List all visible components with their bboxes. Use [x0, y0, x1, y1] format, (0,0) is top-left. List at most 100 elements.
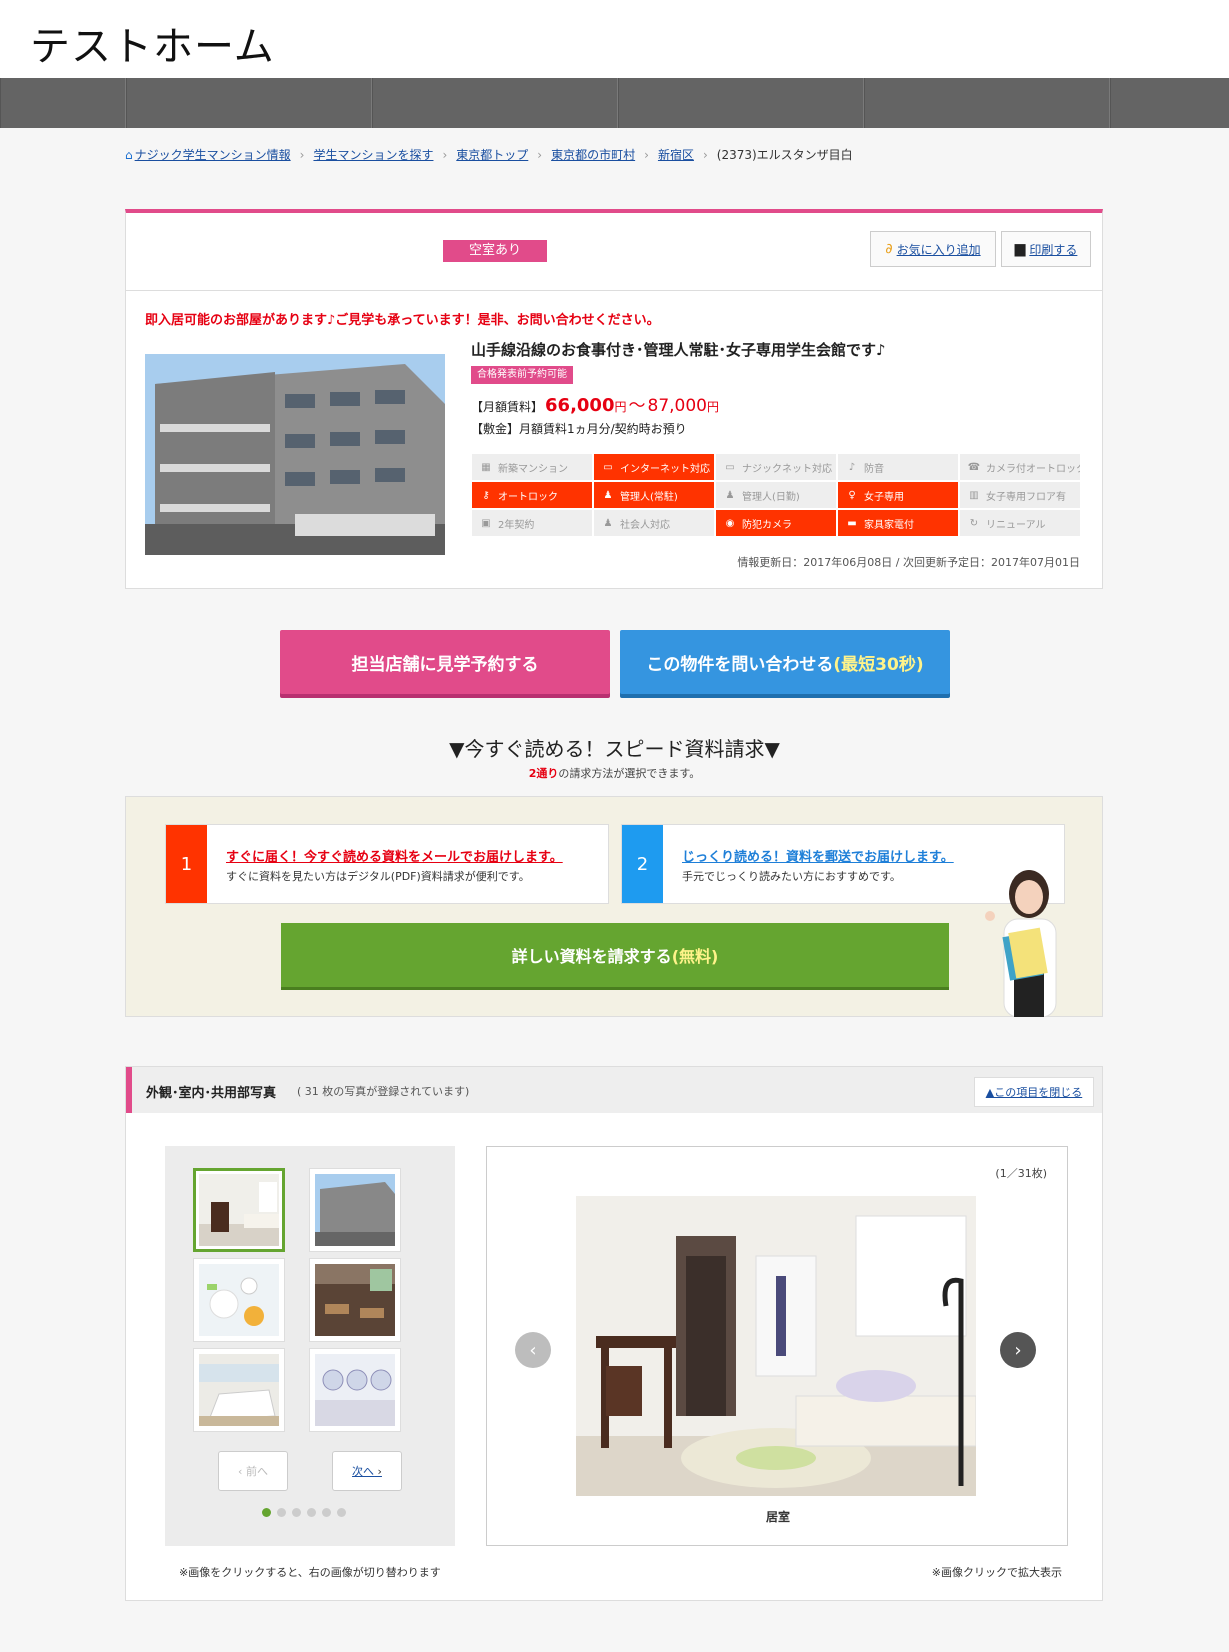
pagination-dots — [262, 1508, 346, 1517]
feature-label: ナジックネット対応 — [742, 463, 832, 475]
feature-item: ☎ カメラ付オートロック — [959, 453, 1081, 481]
rent-unit: 円 — [706, 400, 719, 414]
pagination-dot[interactable] — [307, 1508, 316, 1517]
breadcrumb-current: (2373)エルスタンザ目白 — [716, 148, 853, 162]
thumbnail[interactable] — [309, 1258, 401, 1342]
paperclip-icon: ∂ — [885, 241, 893, 257]
breadcrumb-link[interactable]: 東京都の市町村 — [551, 146, 635, 163]
nav-item[interactable] — [372, 78, 618, 128]
print-button[interactable]: ▆ 印刷する — [1001, 231, 1091, 267]
rent-info: 【月額賃料】 66,000 円 ～ 87,000 円 — [471, 391, 719, 416]
person-icon: ♟ — [603, 517, 613, 529]
thumbnail[interactable] — [193, 1258, 285, 1342]
feature-label: 新築マンション — [498, 463, 568, 475]
rent-min: 66,000 — [545, 395, 615, 416]
request-documents-label: 詳しい資料を請求する — [511, 947, 672, 966]
inquiry-label: この物件を問い合わせる — [646, 654, 834, 675]
camera-icon: ◉ — [725, 517, 735, 529]
speed-request-subtitle: 2通りの請求方法が選択できます。 — [0, 765, 1229, 781]
prev-page-button[interactable]: ‹ 前へ — [218, 1451, 288, 1491]
thumbnail-image — [315, 1174, 395, 1246]
chevron-left-icon: ‹ — [238, 1464, 246, 1478]
feature-label: リニューアル — [986, 519, 1046, 531]
pagination-dot[interactable] — [277, 1508, 286, 1517]
chevron-right-icon: › — [644, 147, 649, 162]
feature-label: 2年契約 — [498, 519, 535, 531]
next-page-button[interactable]: 次へ › — [332, 1451, 402, 1491]
thumbnail[interactable] — [309, 1348, 401, 1432]
person-icon: ♟ — [603, 489, 613, 501]
rent-max: 87,000 — [647, 396, 707, 416]
feature-item: ♟ 管理人(日勤) — [715, 481, 837, 509]
option-heading[interactable]: じっくり読める！資料を郵送でお届けします。 — [682, 846, 954, 865]
pagination-dot[interactable] — [262, 1508, 271, 1517]
feature-item: ▬ 家具家電付 — [837, 509, 959, 537]
feature-item: ↻ リニューアル — [959, 509, 1081, 537]
photo-counter: (1／31枚) — [995, 1167, 1047, 1180]
vacancy-badge: 空室あり — [443, 240, 547, 262]
nav-item[interactable] — [618, 78, 864, 128]
building-photo[interactable] — [145, 354, 445, 555]
room-photo-illustration — [576, 1196, 976, 1496]
inquiry-button[interactable]: この物件を問い合わせる (最短30秒) — [620, 630, 950, 694]
chevron-right-icon: › — [374, 1464, 382, 1478]
home-icon: ⌂ — [125, 147, 133, 162]
printer-icon: ▆ — [1014, 241, 1026, 257]
pagination-dot[interactable] — [292, 1508, 301, 1517]
request-documents-button[interactable]: 詳しい資料を請求する (無料) — [281, 923, 949, 987]
option-description: すぐに資料を見たい方はデジタル(PDF)資料請求が便利です。 — [226, 870, 530, 883]
main-photo[interactable] — [576, 1196, 976, 1496]
next-photo-button[interactable]: › — [1000, 1332, 1036, 1368]
nav-item[interactable] — [126, 78, 372, 128]
breadcrumb-link[interactable]: 東京都トップ — [456, 146, 528, 163]
breadcrumb-link[interactable]: ナジック学生マンション情報 — [135, 146, 291, 163]
thumbnail[interactable] — [193, 1168, 285, 1252]
calendar-icon: ▣ — [481, 517, 491, 529]
speed-request-subtitle-text: の請求方法が選択できます。 — [558, 767, 701, 780]
monitor-icon: ▭ — [603, 461, 613, 473]
zoom-note: ※画像クリックで拡大表示 — [931, 1566, 1062, 1579]
feature-item: ♟ 管理人(常駐) — [593, 481, 715, 509]
thumbnail[interactable] — [309, 1168, 401, 1252]
option-number: 1 — [166, 825, 207, 903]
staff-illustration — [985, 870, 1057, 1017]
feature-item: ♀ 女子専用 — [837, 481, 959, 509]
site-title[interactable]: テストホーム — [30, 14, 275, 72]
option-heading[interactable]: すぐに届く！今すぐ読める資料をメールでお届けします。 — [226, 846, 563, 865]
thumbnail-image — [315, 1354, 395, 1426]
feature-label: 防音 — [864, 463, 884, 475]
breadcrumb-link[interactable]: 新宿区 — [658, 146, 694, 163]
nav-item[interactable] — [1110, 78, 1229, 128]
breadcrumb-link[interactable]: 学生マンションを探す — [313, 146, 433, 163]
request-documents-highlight: (無料) — [671, 947, 719, 966]
visit-reservation-button[interactable]: 担当店舗に見学予約する — [280, 630, 610, 694]
pagination-dot[interactable] — [322, 1508, 331, 1517]
request-box: 1 すぐに届く！今すぐ読める資料をメールでお届けします。 すぐに資料を見たい方は… — [125, 796, 1103, 1017]
feature-label: オートロック — [498, 491, 558, 503]
thumbnail-image — [199, 1264, 279, 1336]
feature-label: 管理人(日勤) — [742, 491, 800, 503]
nav-item[interactable] — [864, 78, 1110, 128]
photo-count: ( 31 枚の写真が登録されています) — [297, 1085, 470, 1098]
feature-label: インターネット対応 — [620, 463, 710, 475]
feature-label: 防犯カメラ — [742, 519, 792, 531]
visit-reservation-label: 担当店舗に見学予約する — [351, 654, 539, 675]
pagination-dot[interactable] — [337, 1508, 346, 1517]
site-header: テストホーム — [0, 0, 1229, 78]
thumbnail-panel: ‹ 前へ 次へ › — [165, 1146, 455, 1546]
female-icon: ♀ — [848, 489, 856, 501]
speed-request-highlight: 2通り — [528, 767, 559, 780]
thumbnail[interactable] — [193, 1348, 285, 1432]
main-photo-viewer: (1／31枚) ‹ › 居室 — [486, 1146, 1068, 1546]
nav-item[interactable] — [0, 78, 126, 128]
add-favorite-button[interactable]: ∂ お気に入り追加 — [870, 231, 996, 267]
prev-photo-button[interactable]: ‹ — [515, 1332, 551, 1368]
rent-unit: 円 — [614, 400, 627, 414]
close-section-button[interactable]: ▲この項目を閉じる — [974, 1077, 1094, 1107]
property-title: 山手線沿線のお食事付き･管理人常駐･女子専用学生会館です♪ — [471, 341, 886, 359]
feature-item: ♟ 社会人対応 — [593, 509, 715, 537]
availability-notice: 即入居可能のお部屋があります♪ご見学も承っています！是非、お問い合わせください。 — [145, 313, 660, 328]
photo-section-title: 外観･室内･共用部写真 — [146, 1086, 277, 1101]
request-option-email[interactable]: 1 すぐに届く！今すぐ読める資料をメールでお届けします。 すぐに資料を見たい方は… — [165, 824, 609, 904]
photo-section: 外観･室内･共用部写真 ( 31 枚の写真が登録されています) ▲この項目を閉じ… — [125, 1066, 1103, 1601]
